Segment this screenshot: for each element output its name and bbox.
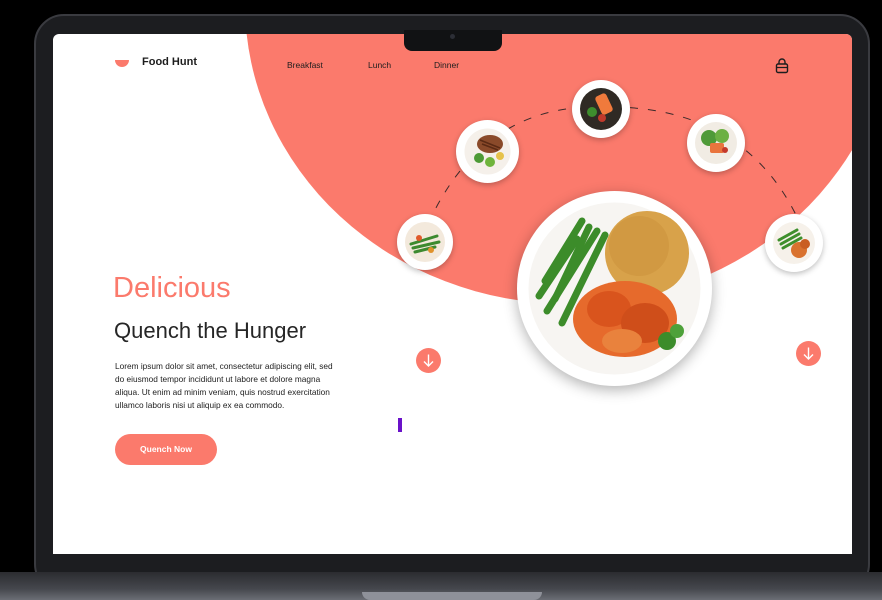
website-screen: Food Hunt Breakfast Lunch Dinner Delicio… [53,34,852,554]
green-bean-plate[interactable] [765,214,823,272]
hero-description: Lorem ipsum dolor sit amet, consectetur … [115,361,333,410]
salad-plate[interactable] [397,214,453,270]
main-chicken-plate[interactable] [517,191,712,386]
camera-icon [450,34,455,39]
arrow-down-icon [803,347,814,360]
nav-dinner[interactable]: Dinner [434,60,459,70]
salmon-salad-plate[interactable] [687,114,745,172]
nav-breakfast[interactable]: Breakfast [287,60,323,70]
shopping-bag-icon[interactable] [775,58,789,74]
steak-plate[interactable] [456,120,519,183]
nav-lunch[interactable]: Lunch [368,60,391,70]
hero-title: Quench the Hunger [114,318,307,343]
hero-accent-heading: Delicious [113,272,231,304]
arrow-down-icon [423,354,434,367]
salmon-bowl[interactable] [572,80,630,138]
brand-name[interactable]: Food Hunt [142,56,197,68]
text-caret [398,418,402,432]
quench-now-button[interactable]: Quench Now [115,434,217,465]
scroll-down-button-left[interactable] [416,348,441,373]
laptop-hinge [362,592,542,600]
camera-notch [404,30,502,51]
scroll-down-button-right[interactable] [796,341,821,366]
